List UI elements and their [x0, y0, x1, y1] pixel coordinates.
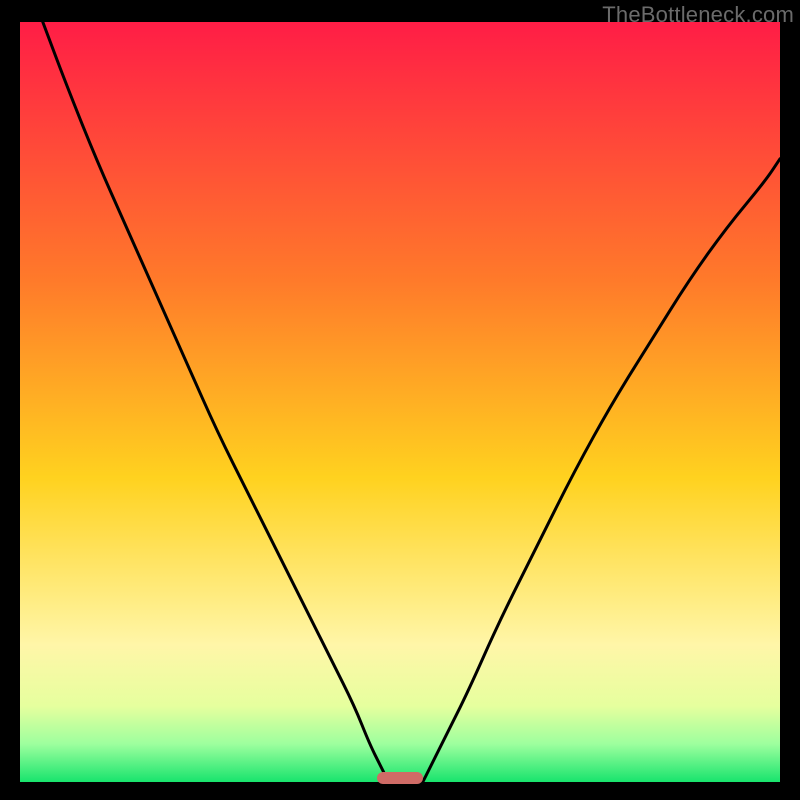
left-curve — [43, 22, 389, 782]
bottleneck-marker — [377, 772, 423, 784]
curve-layer — [20, 22, 780, 782]
chart-frame — [20, 22, 780, 782]
right-curve — [423, 159, 780, 782]
watermark-text: TheBottleneck.com — [602, 2, 794, 28]
